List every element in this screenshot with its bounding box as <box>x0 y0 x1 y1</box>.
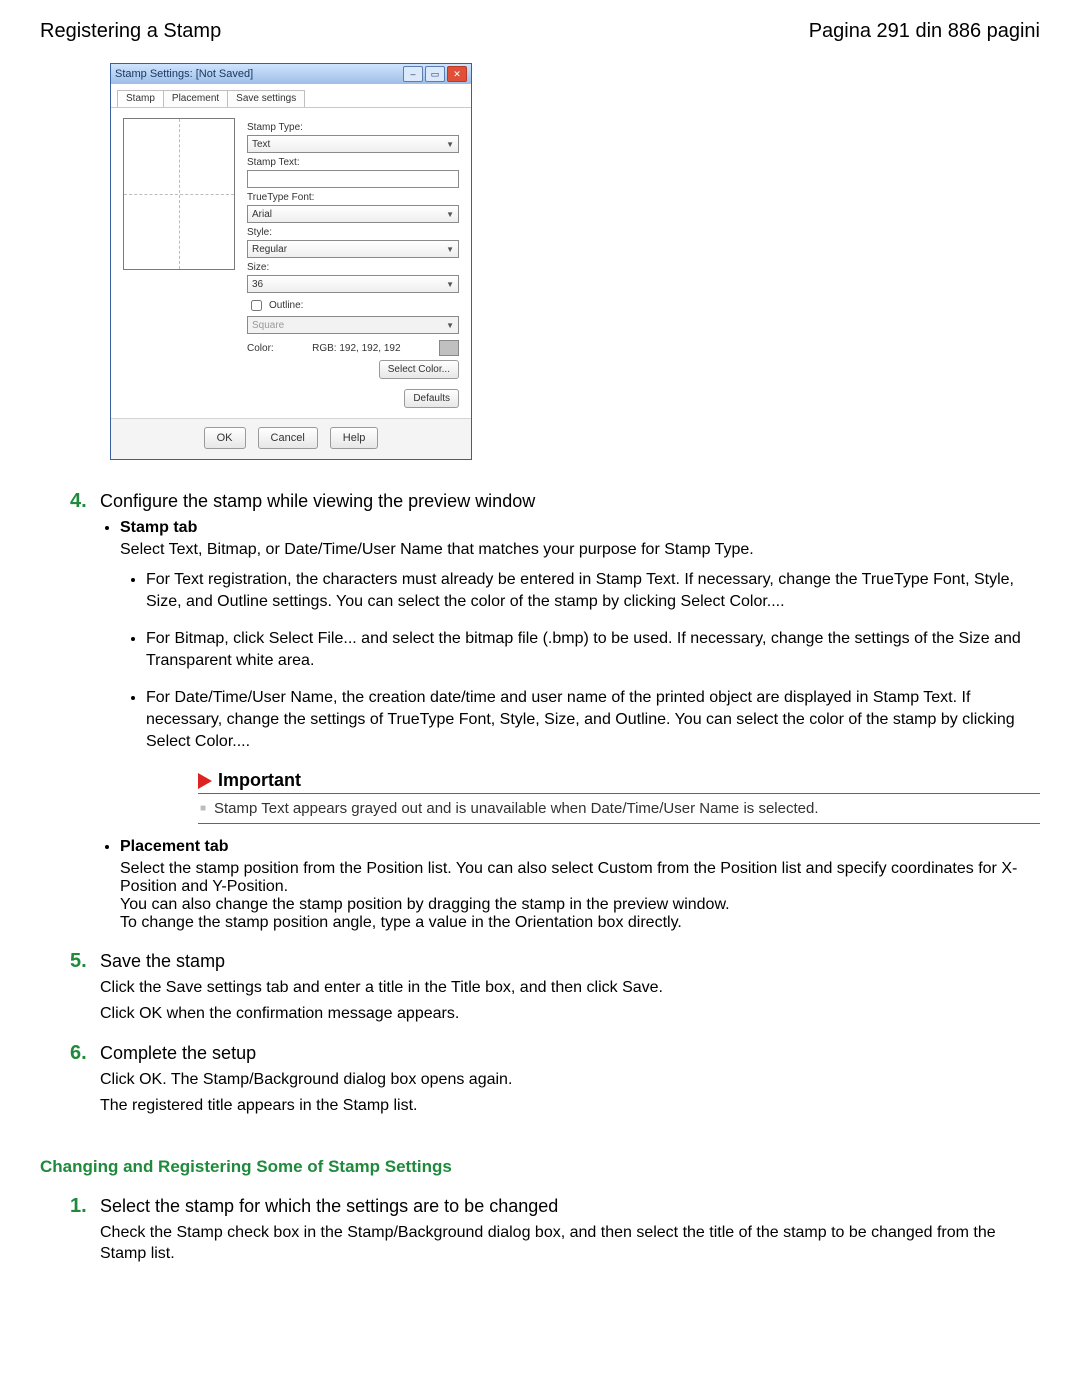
outline-select: Square ▼ <box>247 316 459 334</box>
stamp-settings-dialog: Stamp Settings: [Not Saved] – ▭ ✕ Stamp … <box>110 63 472 460</box>
size-select[interactable]: 36 ▼ <box>247 275 459 293</box>
list-item: Stamp tab Select Text, Bitmap, or Date/T… <box>120 519 1040 824</box>
step-title: Complete the setup <box>100 1043 256 1064</box>
important-text: Stamp Text appears grayed out and is una… <box>198 794 1040 824</box>
label-stamp-text: Stamp Text: <box>247 157 459 168</box>
step-title: Save the stamp <box>100 951 225 972</box>
tab-placement[interactable]: Placement <box>163 90 228 107</box>
close-icon[interactable]: ✕ <box>447 66 467 82</box>
label-color: Color: <box>247 343 274 354</box>
list-item: For Date/Time/User Name, the creation da… <box>146 687 1040 752</box>
stamp-tab-desc: Select Text, Bitmap, or Date/Time/User N… <box>120 541 1040 559</box>
step-title: Configure the stamp while viewing the pr… <box>100 491 535 512</box>
step-body: Click OK. The Stamp/Background dialog bo… <box>100 1069 1040 1091</box>
step-body: Check the Stamp check box in the Stamp/B… <box>100 1222 1040 1265</box>
color-swatch <box>439 340 459 356</box>
maximize-icon[interactable]: ▭ <box>425 66 445 82</box>
step-body: The registered title appears in the Stam… <box>100 1095 1040 1117</box>
tab-stamp[interactable]: Stamp <box>117 90 164 107</box>
dialog-title: Stamp Settings: [Not Saved] <box>115 68 253 80</box>
section-heading: Changing and Registering Some of Stamp S… <box>40 1157 1040 1177</box>
step-body: Click OK when the confirmation message a… <box>100 1003 1040 1025</box>
page-title: Registering a Stamp <box>40 20 221 43</box>
stamp-preview <box>123 118 235 270</box>
placement-desc: Select the stamp position from the Posit… <box>120 860 1040 896</box>
placement-desc: You can also change the stamp position b… <box>120 896 1040 914</box>
important-label: Important <box>218 770 301 791</box>
help-button[interactable]: Help <box>330 427 379 449</box>
chevron-down-icon: ▼ <box>446 321 454 330</box>
placement-tab-label: Placement tab <box>120 838 228 855</box>
stamp-tab-label: Stamp tab <box>120 519 197 536</box>
stamp-text-input[interactable] <box>247 170 459 188</box>
chevron-down-icon: ▼ <box>446 245 454 254</box>
cancel-button[interactable]: Cancel <box>258 427 318 449</box>
chevron-down-icon: ▼ <box>446 280 454 289</box>
font-select[interactable]: Arial ▼ <box>247 205 459 223</box>
page-info: Pagina 291 din 886 pagini <box>809 20 1040 43</box>
label-font: TrueType Font: <box>247 192 459 203</box>
outline-checkbox[interactable] <box>251 300 262 311</box>
flag-icon <box>198 773 212 789</box>
label-outline: Outline: <box>269 300 303 311</box>
select-color-button[interactable]: Select Color... <box>379 360 459 379</box>
size-value: 36 <box>252 279 263 290</box>
step-number: 4. <box>70 490 92 513</box>
label-stamp-type: Stamp Type: <box>247 122 459 133</box>
style-value: Regular <box>252 244 287 255</box>
label-style: Style: <box>247 227 459 238</box>
outline-value: Square <box>252 320 284 331</box>
list-item: For Bitmap, click Select File... and sel… <box>146 628 1040 671</box>
defaults-button[interactable]: Defaults <box>404 389 459 408</box>
placement-desc: To change the stamp position angle, type… <box>120 914 1040 932</box>
step-body: Click the Save settings tab and enter a … <box>100 977 1040 999</box>
step-title: Select the stamp for which the settings … <box>100 1196 558 1217</box>
chevron-down-icon: ▼ <box>446 140 454 149</box>
step-number: 6. <box>70 1042 92 1065</box>
list-item: Placement tab Select the stamp position … <box>120 838 1040 932</box>
stamp-type-select[interactable]: Text ▼ <box>247 135 459 153</box>
color-rgb-value: RGB: 192, 192, 192 <box>312 343 400 354</box>
style-select[interactable]: Regular ▼ <box>247 240 459 258</box>
chevron-down-icon: ▼ <box>446 210 454 219</box>
list-item: For Text registration, the characters mu… <box>146 569 1040 612</box>
step-number: 1. <box>70 1195 92 1218</box>
minimize-icon[interactable]: – <box>403 66 423 82</box>
ok-button[interactable]: OK <box>204 427 246 449</box>
font-value: Arial <box>252 209 272 220</box>
label-size: Size: <box>247 262 459 273</box>
step-number: 5. <box>70 950 92 973</box>
tab-save-settings[interactable]: Save settings <box>227 90 305 107</box>
stamp-type-value: Text <box>252 139 270 150</box>
